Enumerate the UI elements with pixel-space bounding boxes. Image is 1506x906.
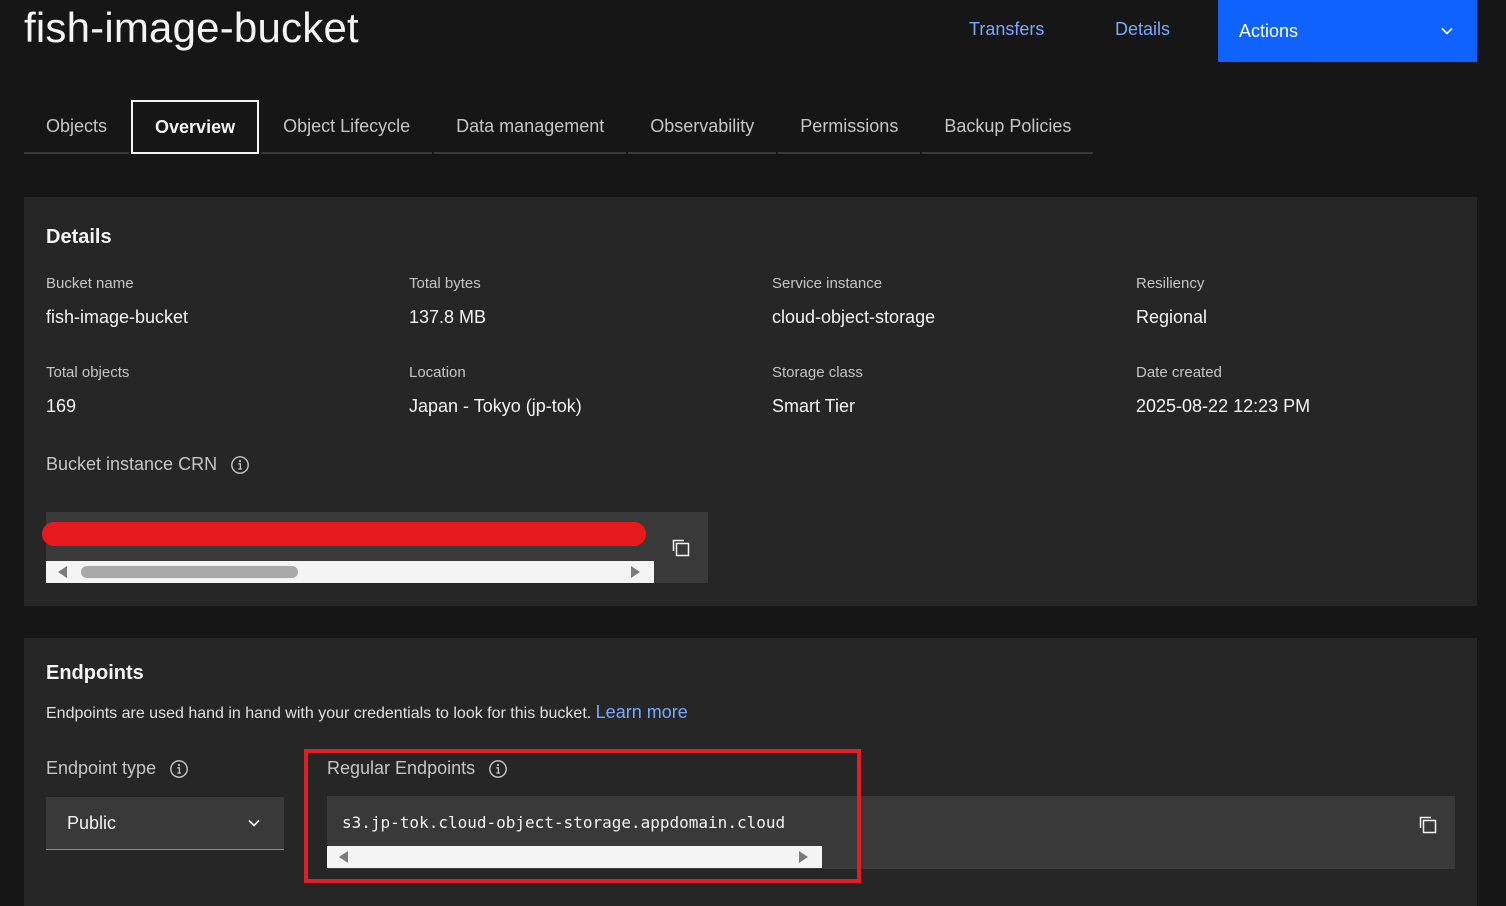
- field-value-location: Japan - Tokyo (jp-tok): [409, 396, 582, 416]
- field-label-date-created: Date created: [1136, 364, 1222, 381]
- copy-icon: [1419, 816, 1437, 833]
- field-value-bucket-name: fish-image-bucket: [46, 307, 189, 327]
- scroll-left-icon[interactable]: [58, 566, 67, 578]
- tab-bar: Objects Overview Object Lifecycle Data m…: [24, 100, 1095, 154]
- endpoints-description: Endpoints are used hand in hand with you…: [46, 705, 592, 722]
- learn-more-link[interactable]: Learn more: [596, 702, 688, 722]
- copy-icon: [672, 539, 690, 556]
- endpoint-type-label: Endpoint type: [46, 758, 157, 778]
- info-icon[interactable]: [169, 759, 189, 779]
- field-value-service-instance: cloud-object-storage: [772, 307, 936, 327]
- endpoints-description-row: Endpoints are used hand in hand with you…: [46, 702, 688, 723]
- field-value-total-bytes: 137.8 MB: [409, 307, 487, 327]
- chevron-down-icon: [1441, 27, 1453, 35]
- details-link[interactable]: Details: [1115, 19, 1170, 40]
- tab-observability[interactable]: Observability: [628, 100, 777, 154]
- endpoints-title: Endpoints: [46, 662, 144, 684]
- copy-endpoint-button[interactable]: [1401, 796, 1455, 853]
- field-label-bucket-name: Bucket name: [46, 275, 134, 292]
- page-title: fish-image-bucket: [24, 4, 359, 51]
- chevron-down-icon: [248, 819, 260, 827]
- actions-button-label: Actions: [1239, 20, 1299, 41]
- tab-data-management[interactable]: Data management: [434, 100, 627, 154]
- endpoint-type-dropdown[interactable]: Public: [46, 797, 284, 850]
- annotation-highlight-box: [304, 749, 861, 883]
- details-panel: Details Bucket name fish-image-bucket To…: [24, 197, 1477, 606]
- tab-permissions[interactable]: Permissions: [778, 100, 921, 154]
- field-value-storage-class: Smart Tier: [772, 396, 856, 416]
- field-label-location: Location: [409, 364, 466, 381]
- copy-crn-button[interactable]: [654, 512, 708, 583]
- details-title: Details: [46, 226, 112, 248]
- scroll-thumb[interactable]: [81, 566, 298, 578]
- endpoint-type-label-row: Endpoint type: [46, 758, 189, 779]
- endpoint-type-value: Public: [67, 812, 117, 833]
- field-label-total-bytes: Total bytes: [409, 275, 481, 292]
- field-label-storage-class: Storage class: [772, 364, 863, 381]
- tab-object-lifecycle[interactable]: Object Lifecycle: [261, 100, 433, 154]
- bucket-overview-page: fish-image-bucket Transfers Details Acti…: [0, 0, 1506, 906]
- field-value-resiliency: Regional: [1136, 307, 1208, 327]
- actions-button[interactable]: Actions: [1218, 0, 1477, 62]
- field-value-total-objects: 169: [46, 396, 77, 416]
- redaction-mark: [42, 522, 646, 546]
- field-label-total-objects: Total objects: [46, 364, 130, 381]
- field-label-resiliency: Resiliency: [1136, 275, 1205, 292]
- tab-overview[interactable]: Overview: [131, 100, 260, 154]
- crn-label-row: Bucket instance CRN: [46, 454, 250, 475]
- crn-field[interactable]: [42, 512, 654, 583]
- field-value-date-created: 2025-08-22 12:23 PM: [1136, 396, 1311, 416]
- field-label-service-instance: Service instance: [772, 275, 883, 292]
- transfers-link[interactable]: Transfers: [969, 19, 1044, 40]
- tab-backup-policies[interactable]: Backup Policies: [922, 100, 1094, 154]
- crn-label: Bucket instance CRN: [46, 454, 218, 474]
- crn-scrollbar[interactable]: [46, 561, 654, 583]
- tab-objects[interactable]: Objects: [24, 100, 130, 154]
- scroll-right-icon[interactable]: [631, 566, 640, 578]
- crn-field-container: [42, 512, 654, 583]
- info-icon[interactable]: [230, 455, 250, 475]
